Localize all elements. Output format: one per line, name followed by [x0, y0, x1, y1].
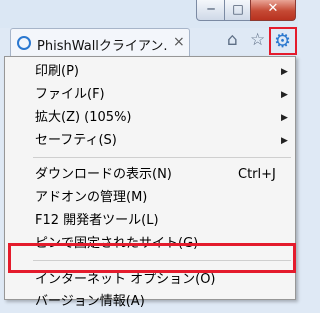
- maximize-button[interactable]: □: [224, 0, 252, 21]
- ie-favicon-icon: [17, 36, 31, 50]
- submenu-arrow-icon: ▶: [281, 136, 288, 146]
- menu-item-label: ダウンロードの表示(N): [35, 167, 172, 182]
- menu-item-shortcut: Ctrl+J: [238, 167, 276, 182]
- menu-item-dev-tools[interactable]: F12 開発者ツール(L): [5, 210, 295, 232]
- favorites-star-icon[interactable]: ☆: [250, 30, 265, 50]
- menu-item-about[interactable]: バージョン情報(A): [5, 291, 295, 313]
- menu-separator: [33, 157, 291, 158]
- browser-tab[interactable]: PhishWallクライアン... ×: [10, 28, 190, 56]
- menu-item-label: アドオンの管理(M): [35, 190, 148, 205]
- menu-item-label: バージョン情報(A): [35, 294, 145, 309]
- submenu-arrow-icon: ▶: [281, 67, 288, 77]
- menu-item-label: F12 開発者ツール(L): [35, 213, 159, 228]
- tools-menu: 印刷(P) ▶ ファイル(F) ▶ 拡大(Z) (105%) ▶ セーフティ(S…: [4, 56, 296, 309]
- tab-close-icon[interactable]: ×: [173, 34, 185, 50]
- tools-button[interactable]: ⚙: [269, 27, 297, 55]
- menu-item-safety[interactable]: セーフティ(S) ▶: [5, 130, 295, 152]
- menu-item-label: ファイル(F): [35, 87, 105, 102]
- menu-item-label: 印刷(P): [35, 64, 79, 79]
- tab-title: PhishWallクライアン...: [37, 39, 167, 54]
- menu-item-file[interactable]: ファイル(F) ▶: [5, 84, 295, 106]
- menu-item-label: セーフティ(S): [35, 133, 117, 148]
- menu-item-manage-addons[interactable]: アドオンの管理(M): [5, 187, 295, 209]
- highlight-box: [8, 243, 296, 273]
- submenu-arrow-icon: ▶: [281, 113, 288, 123]
- minimize-button[interactable]: ─: [196, 0, 226, 21]
- home-icon[interactable]: ⌂: [227, 30, 238, 50]
- menu-item-zoom[interactable]: 拡大(Z) (105%) ▶: [5, 107, 295, 129]
- submenu-arrow-icon: ▶: [281, 90, 288, 100]
- menu-item-view-downloads[interactable]: ダウンロードの表示(N) Ctrl+J: [5, 164, 295, 186]
- menu-item-label: 拡大(Z) (105%): [35, 110, 132, 125]
- gear-icon[interactable]: ⚙: [274, 29, 291, 53]
- title-bar: ─ □ ✕: [0, 0, 298, 28]
- menu-item-print[interactable]: 印刷(P) ▶: [5, 61, 295, 83]
- close-window-button[interactable]: ✕: [250, 0, 296, 21]
